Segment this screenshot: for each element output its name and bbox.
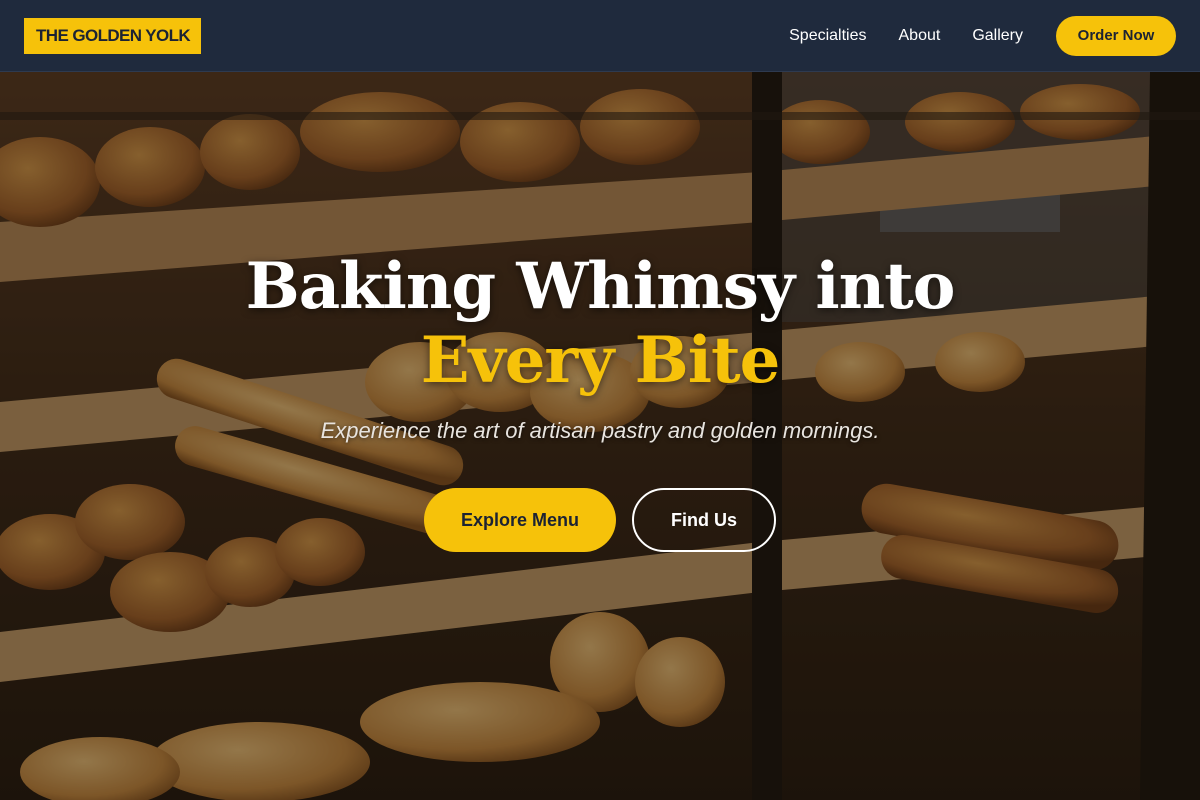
hero-headline: Baking Whimsy into Every Bite [150,250,1050,398]
main-nav: Specialties About Gallery Order Now [789,15,1176,56]
hero-cta-group: Explore Menu Find Us [424,488,776,552]
nav-link-specialties[interactable]: Specialties [789,27,866,45]
headline-main: Baking Whimsy into [245,249,956,324]
site-header: THE GOLDEN YOLK Specialties About Galler… [0,0,1200,72]
order-now-button[interactable]: Order Now [1056,15,1176,56]
hero-subtitle: Experience the art of artisan pastry and… [320,418,880,443]
headline-accent: Every Bite [420,323,781,398]
nav-link-gallery[interactable]: Gallery [972,27,1023,45]
brand-logo[interactable]: THE GOLDEN YOLK [24,17,202,54]
find-us-button[interactable]: Find Us [632,488,776,552]
nav-link-about[interactable]: About [899,27,941,45]
explore-menu-button[interactable]: Explore Menu [424,488,616,552]
